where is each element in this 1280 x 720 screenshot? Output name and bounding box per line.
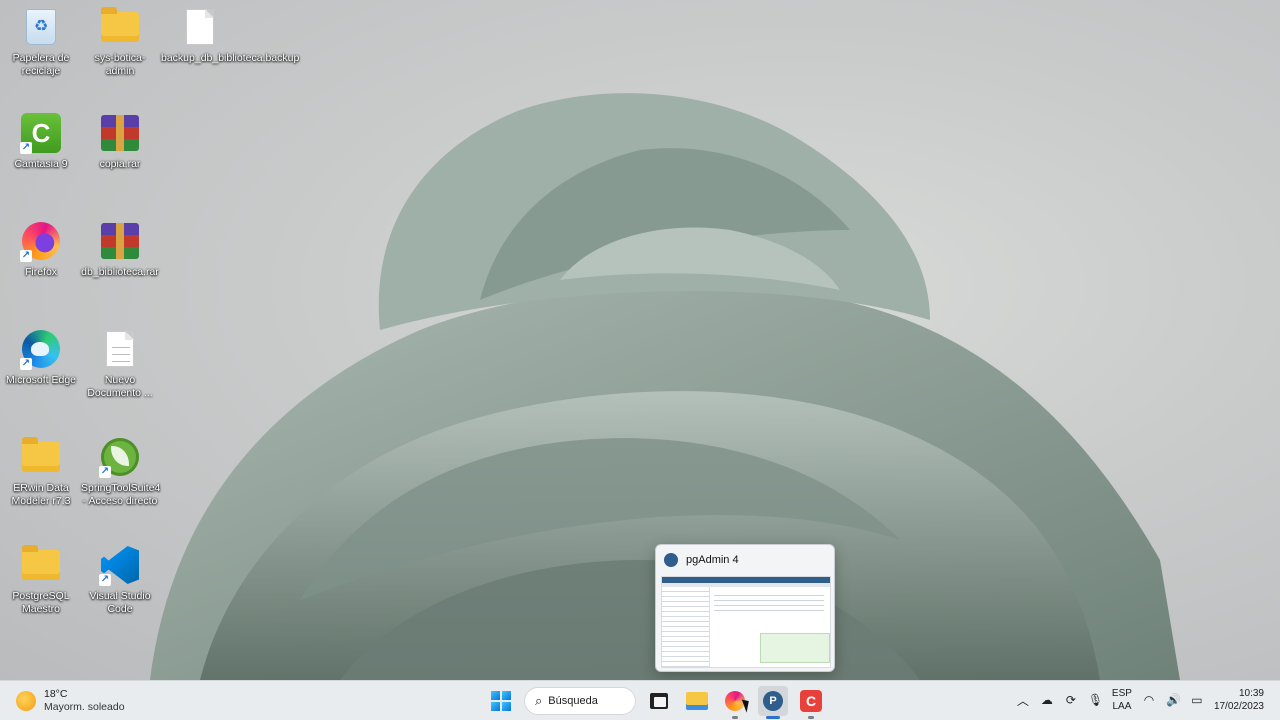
file-explorer-icon <box>686 692 708 710</box>
pgadmin-elephant-icon: P <box>763 691 783 711</box>
shortcut-arrow-icon: ↗ <box>99 466 111 478</box>
windows-logo-icon <box>491 691 511 711</box>
recycle-bin-icon: ♻ <box>26 9 56 45</box>
pgadmin-taskbar-button[interactable]: P <box>758 686 788 719</box>
desktop-icon-label: Microsoft Edge <box>5 374 77 386</box>
desktop-icon-label: Camtasia 9 <box>14 158 68 170</box>
desktop-icon-label: PostgreSQL Maestro <box>12 590 70 615</box>
preview-title: pgAdmin 4 <box>686 554 739 566</box>
folder-icon <box>22 437 60 472</box>
desktop-icon-erwin[interactable]: ERwin Data Modeler r7.3 <box>2 436 80 508</box>
desktop-icon-camtasia[interactable]: C ↗ Camtasia 9 <box>2 112 80 171</box>
desktop-icon-backup-file[interactable]: backup_db_biblioteca.backup <box>161 6 300 65</box>
task-view-icon <box>650 693 668 709</box>
desktop-icon-label: SpringToolSuite4 - Acceso directo <box>81 482 161 507</box>
camtasia-icon: C <box>800 690 822 712</box>
taskbar-apps: ⌕ Búsqueda P C <box>486 686 826 719</box>
weather-temp: 18°C <box>44 688 68 700</box>
clock-time: 10:39 <box>1238 688 1264 699</box>
clock[interactable]: 10:39 17/02/2023 <box>1214 687 1264 713</box>
camtasia-taskbar-button[interactable]: C <box>796 686 826 719</box>
desktop-icon-label: Papelera de reciclaje <box>12 52 70 77</box>
desktop-icon-firefox[interactable]: ↗ Firefox <box>2 220 80 279</box>
preview-header: pgAdmin 4 <box>656 545 834 575</box>
shortcut-arrow-icon: ↗ <box>20 142 32 154</box>
language-indicator[interactable]: ESP LAA <box>1112 687 1132 713</box>
weather-sun-icon <box>16 691 36 711</box>
bloom-wallpaper-art <box>150 93 1180 680</box>
search-icon: ⌕ <box>535 693 543 708</box>
desktop-icon-label: copia.rar <box>99 158 141 170</box>
clock-date: 17/02/2023 <box>1213 701 1264 712</box>
weather-widget[interactable]: 18°C Mayorm. soleado <box>16 688 125 714</box>
pgadmin-elephant-icon <box>664 553 678 567</box>
taskbar: 18°C Mayorm. soleado ⌕ Búsqueda P C ︿ ☁ … <box>0 680 1280 720</box>
file-explorer-button[interactable] <box>682 686 712 716</box>
desktop-icon-label: ERwin Data Modeler r7.3 <box>11 482 71 507</box>
desktop-wallpaper <box>0 0 1280 680</box>
desktop-icon-sys-botica-admin[interactable]: sys-botica-admin <box>81 6 159 78</box>
microphone-icon[interactable]: 🎙 <box>1088 693 1103 707</box>
desktop-icon-label: Firefox <box>24 266 58 278</box>
desktop-icon-label: Visual Studio Code <box>89 590 151 615</box>
start-button[interactable] <box>486 686 516 716</box>
weather-desc: Mayorm. soleado <box>44 701 125 713</box>
desktop-icon-vscode[interactable]: ↗ Visual Studio Code <box>81 544 159 616</box>
battery-icon[interactable]: ▭ <box>1190 693 1204 707</box>
winrar-archive-icon <box>101 223 139 259</box>
preview-thumbnail[interactable] <box>661 576 831 668</box>
wifi-icon[interactable]: ◠ <box>1142 693 1156 707</box>
desktop-icon-copia-rar[interactable]: copia.rar <box>81 112 159 171</box>
file-icon <box>186 9 214 45</box>
desktop-icon-nuevo-documento[interactable]: Nuevo Documento ... <box>81 328 159 400</box>
folder-icon <box>22 545 60 580</box>
winrar-archive-icon <box>101 115 139 151</box>
text-document-icon <box>106 331 134 367</box>
desktop-icon-label: backup_db_biblioteca.backup <box>161 52 300 64</box>
shortcut-arrow-icon: ↗ <box>20 250 32 262</box>
taskbar-search[interactable]: ⌕ Búsqueda <box>524 687 636 715</box>
task-view-button[interactable] <box>644 686 674 716</box>
desktop-icon-postgresql-maestro[interactable]: PostgreSQL Maestro <box>2 544 80 616</box>
volume-icon[interactable]: 🔊 <box>1166 693 1181 707</box>
onedrive-cloud-icon[interactable]: ☁ <box>1040 693 1054 707</box>
search-label: Búsqueda <box>548 695 598 707</box>
folder-icon <box>101 7 139 42</box>
desktop-icon-label: db_biblioteca.rar <box>81 266 159 278</box>
chevron-up-icon[interactable]: ︿ <box>1016 692 1030 709</box>
sync-icon[interactable]: ⟳ <box>1064 693 1078 707</box>
shortcut-arrow-icon: ↗ <box>20 358 32 370</box>
desktop-icon-microsoft-edge[interactable]: ↗ Microsoft Edge <box>2 328 80 387</box>
desktop-icon-label: Nuevo Documento ... <box>87 374 153 399</box>
lang-line1: ESP <box>1111 688 1132 699</box>
desktop-icon-spring-tool-suite[interactable]: ↗ SpringToolSuite4 - Acceso directo <box>81 436 161 508</box>
lang-line2: LAA <box>1112 701 1132 712</box>
system-tray: ︿ ☁ ⟳ 🎙 ESP LAA ◠ 🔊 ▭ 10:39 17/02/2023 <box>1016 687 1264 713</box>
shortcut-arrow-icon: ↗ <box>99 574 111 586</box>
desktop-icon-db-biblioteca-rar[interactable]: db_biblioteca.rar <box>81 220 159 279</box>
desktop-icon-label: sys-botica-admin <box>94 52 146 77</box>
pgadmin-window-preview[interactable]: pgAdmin 4 <box>655 544 835 672</box>
desktop-icon-recycle-bin[interactable]: ♻ Papelera de reciclaje <box>2 6 80 78</box>
